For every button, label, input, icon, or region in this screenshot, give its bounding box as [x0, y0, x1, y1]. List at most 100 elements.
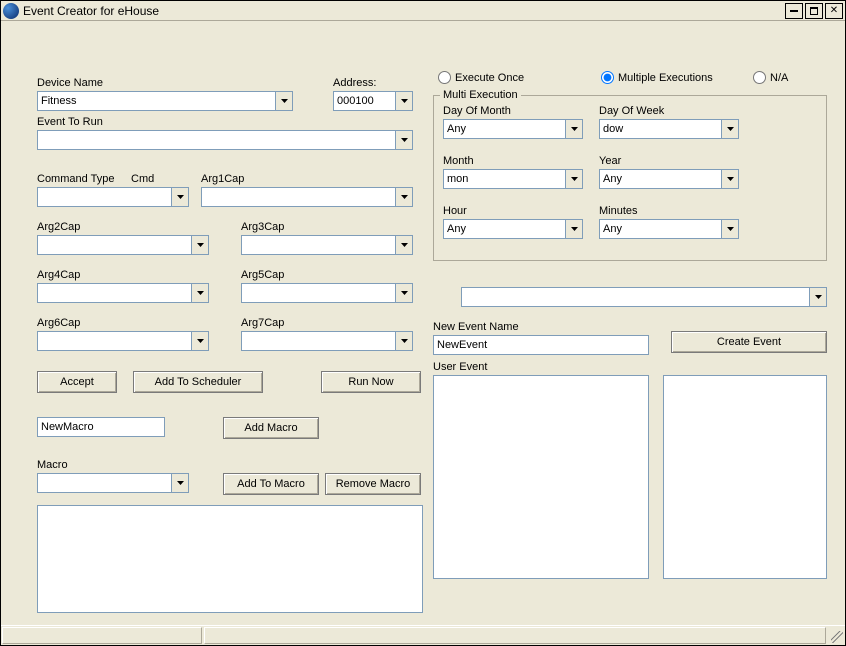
chevron-down-icon — [571, 227, 578, 231]
day-of-month-input[interactable] — [444, 120, 565, 138]
accept-button[interactable]: Accept — [37, 371, 117, 393]
chevron-down-icon — [177, 481, 184, 485]
execute-once-radio[interactable]: Execute Once — [438, 71, 524, 84]
multiple-executions-radio-input[interactable] — [601, 71, 614, 84]
dropdown-button[interactable] — [395, 284, 412, 302]
statusbar — [1, 625, 845, 645]
new-event-name-label: New Event Name — [433, 321, 519, 333]
create-event-button[interactable]: Create Event — [671, 331, 827, 353]
new-macro-input[interactable] — [38, 418, 164, 436]
event-to-run-input[interactable] — [38, 131, 395, 149]
device-name-combo[interactable] — [37, 91, 293, 111]
chevron-down-icon — [197, 291, 204, 295]
year-input[interactable] — [600, 170, 721, 188]
chevron-down-icon — [401, 99, 408, 103]
month-combo[interactable] — [443, 169, 583, 189]
arg4-combo[interactable] — [37, 283, 209, 303]
chevron-down-icon — [197, 339, 204, 343]
dropdown-button[interactable] — [721, 120, 738, 138]
dropdown-button[interactable] — [395, 188, 412, 206]
command-type-combo[interactable] — [37, 187, 189, 207]
dropdown-button[interactable] — [171, 188, 188, 206]
dropdown-button[interactable] — [191, 284, 208, 302]
chevron-down-icon — [401, 291, 408, 295]
address-combo[interactable] — [333, 91, 413, 111]
user-event-label: User Event — [433, 361, 487, 373]
chevron-down-icon — [401, 138, 408, 142]
window-controls — [783, 3, 843, 19]
bottom-select-combo[interactable] — [461, 287, 827, 307]
macro-textarea[interactable] — [37, 505, 423, 613]
dropdown-button[interactable] — [395, 236, 412, 254]
arg6-label: Arg6Cap — [37, 317, 80, 329]
minimize-button[interactable] — [785, 3, 803, 19]
execute-once-radio-input[interactable] — [438, 71, 451, 84]
dropdown-button[interactable] — [395, 131, 412, 149]
macro-combo[interactable] — [37, 473, 189, 493]
arg7-input[interactable] — [242, 332, 395, 350]
hour-combo[interactable] — [443, 219, 583, 239]
dropdown-button[interactable] — [809, 288, 826, 306]
new-event-name-input[interactable] — [434, 336, 648, 354]
new-event-name-field[interactable] — [433, 335, 649, 355]
chevron-down-icon — [727, 177, 734, 181]
resize-grip[interactable] — [827, 626, 845, 645]
arg3-input[interactable] — [242, 236, 395, 254]
arg6-input[interactable] — [38, 332, 191, 350]
day-of-month-combo[interactable] — [443, 119, 583, 139]
arg2-input[interactable] — [38, 236, 191, 254]
remove-macro-button[interactable]: Remove Macro — [325, 473, 421, 495]
arg1-input[interactable] — [202, 188, 395, 206]
arg6-combo[interactable] — [37, 331, 209, 351]
add-to-scheduler-button[interactable]: Add To Scheduler — [133, 371, 263, 393]
add-macro-button[interactable]: Add Macro — [223, 417, 319, 439]
multiple-executions-radio[interactable]: Multiple Executions — [601, 71, 713, 84]
dropdown-button[interactable] — [565, 120, 582, 138]
address-input[interactable] — [334, 92, 395, 110]
new-macro-field[interactable] — [37, 417, 165, 437]
dropdown-button[interactable] — [565, 170, 582, 188]
dropdown-button[interactable] — [395, 92, 412, 110]
arg5-combo[interactable] — [241, 283, 413, 303]
maximize-button[interactable] — [805, 3, 823, 19]
arg7-label: Arg7Cap — [241, 317, 284, 329]
bottom-select-input[interactable] — [462, 288, 809, 306]
user-event-list-right[interactable] — [663, 375, 827, 579]
minutes-combo[interactable] — [599, 219, 739, 239]
dropdown-button[interactable] — [565, 220, 582, 238]
run-now-button[interactable]: Run Now — [321, 371, 421, 393]
dropdown-button[interactable] — [721, 220, 738, 238]
add-to-macro-button[interactable]: Add To Macro — [223, 473, 319, 495]
close-button[interactable] — [825, 3, 843, 19]
dropdown-button[interactable] — [721, 170, 738, 188]
month-input[interactable] — [444, 170, 565, 188]
chevron-down-icon — [571, 177, 578, 181]
minutes-input[interactable] — [600, 220, 721, 238]
na-radio-input[interactable] — [753, 71, 766, 84]
minimize-icon — [790, 10, 798, 12]
hour-input[interactable] — [444, 220, 565, 238]
arg2-combo[interactable] — [37, 235, 209, 255]
user-event-list-left[interactable] — [433, 375, 649, 579]
device-name-input[interactable] — [38, 92, 275, 110]
arg7-combo[interactable] — [241, 331, 413, 351]
dropdown-button[interactable] — [191, 332, 208, 350]
year-combo[interactable] — [599, 169, 739, 189]
command-type-input[interactable] — [38, 188, 171, 206]
event-to-run-combo[interactable] — [37, 130, 413, 150]
arg4-input[interactable] — [38, 284, 191, 302]
dropdown-button[interactable] — [275, 92, 292, 110]
macro-label: Macro — [37, 459, 68, 471]
day-of-week-combo[interactable] — [599, 119, 739, 139]
multi-execution-legend: Multi Execution — [440, 89, 521, 101]
dropdown-button[interactable] — [395, 332, 412, 350]
day-of-week-input[interactable] — [600, 120, 721, 138]
arg3-combo[interactable] — [241, 235, 413, 255]
dropdown-button[interactable] — [191, 236, 208, 254]
macro-input[interactable] — [38, 474, 171, 492]
arg1-label: Arg1Cap — [201, 173, 244, 185]
dropdown-button[interactable] — [171, 474, 188, 492]
na-radio[interactable]: N/A — [753, 71, 788, 84]
arg1-combo[interactable] — [201, 187, 413, 207]
arg5-input[interactable] — [242, 284, 395, 302]
